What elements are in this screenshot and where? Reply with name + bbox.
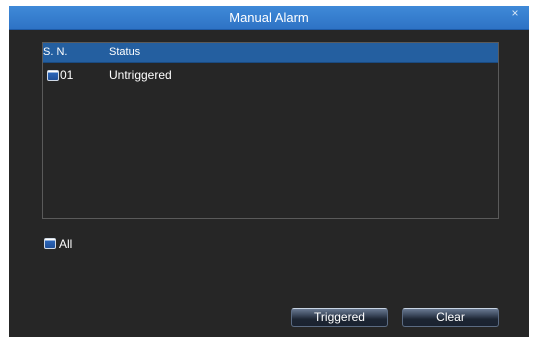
title-bar: Manual Alarm × <box>9 6 529 30</box>
select-all-label: All <box>59 237 73 251</box>
select-all-checkbox[interactable]: All <box>44 237 104 251</box>
select-all-checkbox-box[interactable] <box>44 238 56 249</box>
clear-button[interactable]: Clear <box>402 308 499 327</box>
close-icon[interactable]: × <box>507 6 523 26</box>
alarm-list: S. N. Status 01 Untriggered <box>42 42 499 219</box>
manual-alarm-dialog: Manual Alarm × S. N. Status 01 Untrigger… <box>9 6 529 337</box>
row-status: Untriggered <box>109 68 172 82</box>
row-sn: 01 <box>60 68 74 82</box>
list-header: S. N. Status <box>43 43 498 63</box>
column-header-status[interactable]: Status <box>109 43 140 61</box>
dialog-title: Manual Alarm <box>229 10 309 25</box>
list-item[interactable]: 01 Untriggered <box>43 67 498 83</box>
row-checkbox[interactable] <box>47 70 59 81</box>
column-header-sn[interactable]: S. N. <box>43 43 67 61</box>
triggered-button[interactable]: Triggered <box>291 308 388 327</box>
